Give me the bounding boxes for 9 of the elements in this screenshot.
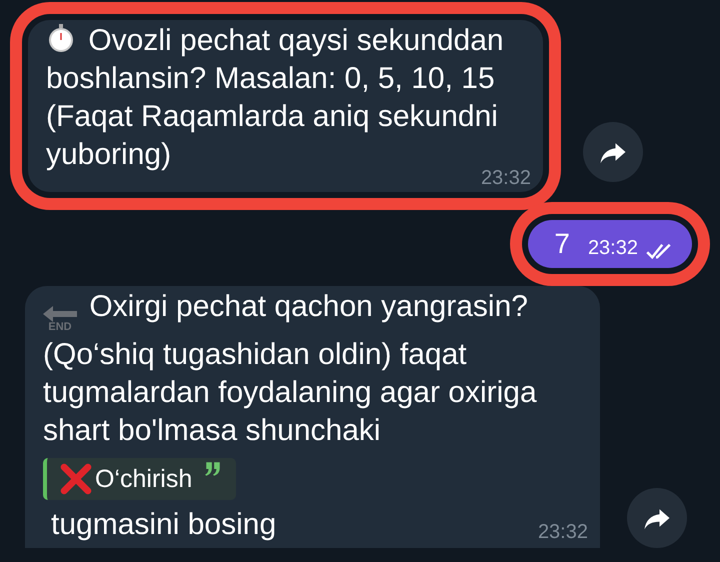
message-text: tugmasini bosing	[50, 507, 276, 543]
message-text: END Oxirgi pechat qachon yangrasin? (Qo‘shiq tugashidan oldin) faqat tugmalardan foydalaning agar oxiriga shart bo'lmasa shunchaki	[43, 289, 538, 449]
cross-icon	[59, 462, 93, 496]
message-time: 23:32	[538, 520, 589, 544]
stopwatch-icon	[46, 23, 76, 53]
message-time: 23:32	[588, 236, 638, 260]
message-text: 7	[554, 228, 570, 260]
quote-mark-icon	[204, 462, 222, 476]
quote-text: O‘chirish	[95, 464, 192, 494]
